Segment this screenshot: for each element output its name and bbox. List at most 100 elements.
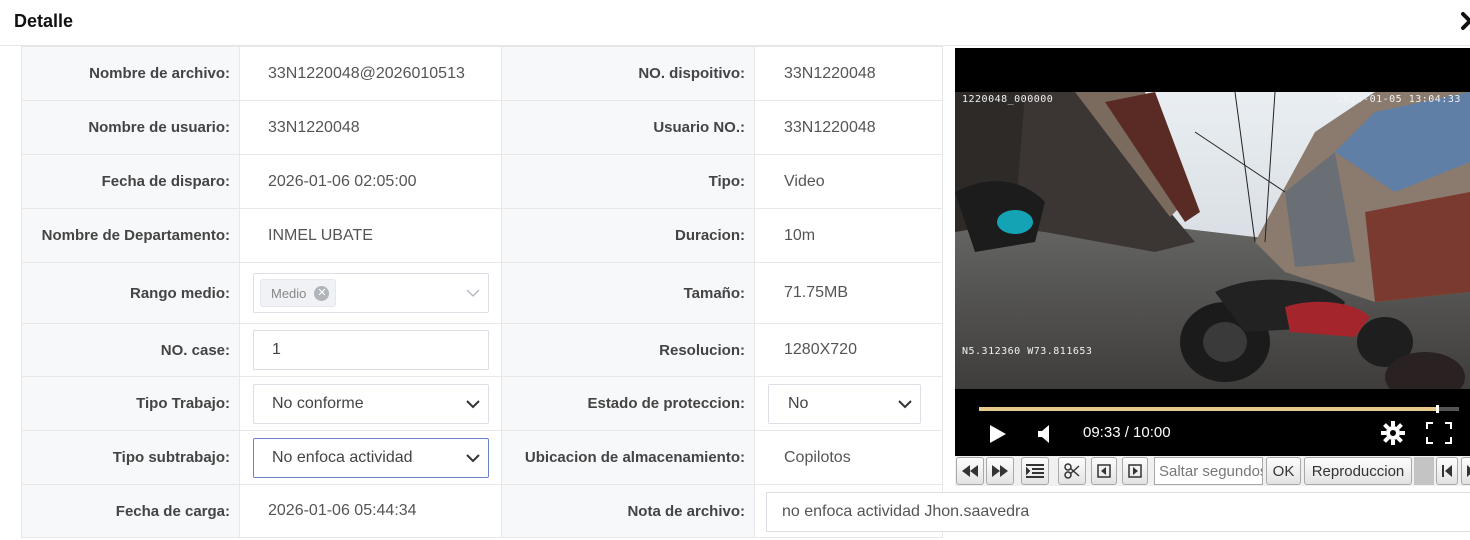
fast-forward-button[interactable] xyxy=(986,457,1014,485)
work-type-value: No conforme xyxy=(272,394,364,412)
medio-tag: Medio ✕ xyxy=(260,279,337,307)
skip-start-icon xyxy=(1442,465,1452,477)
rewind-icon xyxy=(962,465,978,477)
clip-button[interactable] xyxy=(1058,457,1086,485)
resolution-text: 1280X720 xyxy=(784,341,857,358)
time-display: 09:33 / 10:00 xyxy=(1083,424,1171,441)
fast-forward-icon xyxy=(992,465,1008,477)
value-device-no: 33N1220048 xyxy=(755,47,943,100)
video-progress-bar[interactable] xyxy=(979,405,1459,413)
value-resolution: 1280X720 xyxy=(755,324,943,376)
label-user-no: Usuario NO.: xyxy=(502,101,755,154)
value-upload-date: 2026-01-06 05:44:34 xyxy=(240,485,502,537)
detail-row: NO. case: 1 Resolucion: 1280X720 xyxy=(22,323,943,376)
label-resolution: Resolucion: xyxy=(502,324,755,376)
file-note-input[interactable]: no enfoca actividad Jhon.saavedra xyxy=(766,492,1470,532)
play-icon[interactable] xyxy=(989,424,1007,444)
storage-location-text: Copilotos xyxy=(784,448,851,466)
osd-datetime-label: 2026-01-05 13:04:33 xyxy=(1337,94,1461,105)
department-text: INMEL UBATE xyxy=(268,226,373,244)
rewind-button[interactable] xyxy=(956,457,984,485)
value-protection-state: No xyxy=(755,377,943,430)
seek-seconds-input[interactable] xyxy=(1154,457,1263,485)
label-trigger-date: Fecha de disparo: xyxy=(22,155,240,208)
playback-button[interactable]: Reproduccion xyxy=(1304,457,1412,485)
label-user-name: Nombre de usuario: xyxy=(22,101,240,154)
chevron-down-icon xyxy=(466,399,480,408)
label-file-note: Nota de archivo: xyxy=(502,485,755,537)
prev-frame-icon xyxy=(1097,464,1111,478)
settings-gear-icon[interactable] xyxy=(1381,421,1405,445)
street-scene-image xyxy=(955,92,1470,389)
label-protection-state: Estado de proteccion: xyxy=(502,377,755,430)
detail-row: Nombre de archivo: 33N1220048@2026010513… xyxy=(22,46,943,100)
detail-row: Nombre de Departamento: INMEL UBATE Dura… xyxy=(22,208,943,262)
chevron-down-icon xyxy=(466,453,480,462)
case-no-input[interactable]: 1 xyxy=(253,330,489,370)
volume-icon[interactable] xyxy=(1037,424,1053,444)
user-no-text: 33N1220048 xyxy=(784,118,876,136)
fullscreen-icon[interactable] xyxy=(1426,422,1452,444)
duration-text: 10m xyxy=(784,226,816,244)
prev-frame-button[interactable] xyxy=(1091,457,1117,485)
value-media-range: Medio ✕ xyxy=(240,263,502,323)
osd-gps-label: N5.312360 W73.811653 xyxy=(962,346,1093,357)
skip-start-button[interactable] xyxy=(1436,457,1458,485)
value-subwork-type: No enfoca actividad xyxy=(240,431,502,484)
label-case-no: NO. case: xyxy=(22,324,240,376)
label-storage-location: Ubicacion de almacenamiento: xyxy=(502,431,755,484)
subwork-type-value: No enfoca actividad xyxy=(272,448,413,466)
video-frame xyxy=(955,92,1470,389)
next-frame-button[interactable] xyxy=(1122,457,1148,485)
ok-button[interactable]: OK xyxy=(1266,457,1301,485)
value-user-name: 33N1220048 xyxy=(240,101,502,154)
media-range-select[interactable]: Medio ✕ xyxy=(253,273,489,313)
label-work-type: Tipo Trabajo: xyxy=(22,377,240,430)
value-duration: 10m xyxy=(755,209,943,262)
protection-state-value: No xyxy=(788,394,809,412)
tag-label: Medio xyxy=(271,285,307,301)
label-media-range: Rango medio: xyxy=(22,263,240,323)
detail-row: Tipo subtrabajo: No enfoca actividad Ubi… xyxy=(22,430,943,484)
tag-remove-icon[interactable]: ✕ xyxy=(314,285,330,301)
dialog-title: Detalle xyxy=(14,11,74,31)
label-size: Tamaño: xyxy=(502,263,755,323)
trigger-date-text: 2026-01-06 02:05:00 xyxy=(268,172,417,190)
label-subwork-type: Tipo subtrabajo: xyxy=(22,431,240,484)
work-type-select[interactable]: No conforme xyxy=(253,383,489,424)
file-name-text: 33N1220048@2026010513 xyxy=(268,64,465,82)
player-toolbar: OK Reproduccion xyxy=(955,456,1470,486)
list-icon xyxy=(1026,464,1044,478)
label-department: Nombre de Departamento: xyxy=(22,209,240,262)
progress-handle[interactable] xyxy=(1436,405,1440,413)
protection-state-select[interactable]: No xyxy=(768,383,921,424)
dialog-header: Detalle xyxy=(0,0,1470,46)
value-size: 71.75MB xyxy=(755,263,943,323)
value-trigger-date: 2026-01-06 02:05:00 xyxy=(240,155,502,208)
label-file-name: Nombre de archivo: xyxy=(22,47,240,100)
chevron-down-icon xyxy=(898,399,912,408)
skip-end-button[interactable] xyxy=(1461,457,1470,485)
osd-device-label: 1220048_000000 xyxy=(962,94,1054,105)
value-type: Video xyxy=(755,155,943,208)
video-player[interactable]: 1220048_000000 2026-01-05 13:04:33 N5.31… xyxy=(955,48,1470,456)
detail-row: Nombre de usuario: 33N1220048 Usuario NO… xyxy=(22,100,943,154)
file-note-value: no enfoca actividad Jhon.saavedra xyxy=(782,503,1030,520)
value-storage-location: Copilotos xyxy=(755,431,943,484)
device-no-text: 33N1220048 xyxy=(784,64,876,82)
label-upload-date: Fecha de carga: xyxy=(22,485,240,537)
list-button[interactable] xyxy=(1021,457,1049,485)
close-icon[interactable] xyxy=(1459,8,1470,36)
detail-row: Tipo Trabajo: No conforme Estado de prot… xyxy=(22,376,943,430)
value-department: INMEL UBATE xyxy=(240,209,502,262)
chevron-down-icon xyxy=(466,289,480,297)
upload-date-text: 2026-01-06 05:44:34 xyxy=(268,502,417,519)
label-device-no: NO. dispoitivo: xyxy=(502,47,755,100)
detail-row: Rango medio: Medio ✕ Tamaño: 71.75MB xyxy=(22,262,943,323)
value-user-no: 33N1220048 xyxy=(755,101,943,154)
size-text: 71.75MB xyxy=(784,284,849,301)
detail-row: Fecha de disparo: 2026-01-06 02:05:00 Ti… xyxy=(22,154,943,208)
label-type: Tipo: xyxy=(502,155,755,208)
subwork-type-select[interactable]: No enfoca actividad xyxy=(253,437,489,478)
value-file-name: 33N1220048@2026010513 xyxy=(240,47,502,100)
